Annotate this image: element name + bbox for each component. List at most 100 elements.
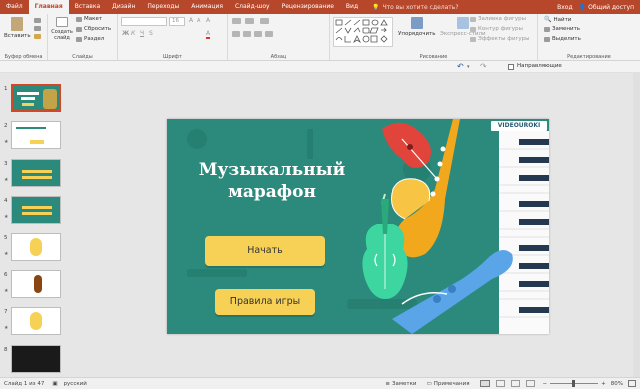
thumbnail-6[interactable] <box>11 270 61 298</box>
replace-button[interactable]: Заменить <box>544 26 580 32</box>
sorter-view-icon[interactable] <box>495 380 505 387</box>
font-size-select[interactable]: 16 <box>169 17 185 26</box>
notes-button[interactable]: ≡ Заметки <box>385 381 416 387</box>
thumbnail-1-title-2 <box>21 97 35 100</box>
new-slide-icon <box>56 17 68 27</box>
zoom-slider[interactable] <box>550 380 599 387</box>
start-button[interactable]: Начать <box>205 236 325 266</box>
grow-font-icon[interactable]: A <box>189 17 193 24</box>
thumb-number-2: 2 <box>4 123 8 129</box>
shape-effects-button[interactable]: Эффекты фигуры <box>470 36 530 42</box>
share-button[interactable]: 👤 Общий доступ <box>579 4 634 11</box>
new-slide-button[interactable]: Создать слайд <box>51 17 73 41</box>
zoom-in-button[interactable]: + <box>601 381 606 387</box>
vertical-scrollbar[interactable] <box>633 73 640 377</box>
undo-dropdown-icon[interactable]: ▾ <box>467 64 470 70</box>
thumbnail-1[interactable] <box>11 84 61 112</box>
thumbnail-2[interactable] <box>11 121 61 149</box>
cut-icon[interactable] <box>34 18 41 23</box>
underline-icon[interactable]: Ч <box>140 30 144 37</box>
thumbnail-3[interactable] <box>11 159 61 187</box>
tab-review[interactable]: Рецензирование <box>276 0 340 14</box>
slide-title[interactable]: Музыкальный марафон <box>167 159 377 203</box>
quick-styles-icon <box>456 17 469 29</box>
bold-icon[interactable]: Ж <box>122 30 129 37</box>
format-painter-icon[interactable] <box>34 34 41 39</box>
thumb-star-5: ★ <box>4 251 9 257</box>
shapes-gallery[interactable] <box>333 17 393 47</box>
shape-outline-button[interactable]: Контур фигуры <box>470 26 523 32</box>
thumb-number-5: 5 <box>4 235 8 241</box>
zoom-out-button[interactable]: − <box>543 381 548 387</box>
shape-fill-button[interactable]: Заливка фигуры <box>470 16 526 22</box>
select-button[interactable]: Выделить <box>544 36 581 42</box>
thumbnail-7[interactable] <box>11 307 61 335</box>
status-bar: Слайд 1 из 47 ▣ русский ≡ Заметки ▭ Прим… <box>0 377 640 389</box>
arrange-button[interactable]: Упорядочить <box>398 17 436 37</box>
slide-thumbnail-panel: 1 2 ★ 3 ★ 4 ★ 5 ★ 6 ★ 7 ★ 8 <box>0 73 72 377</box>
find-button[interactable]: 🔍 Найти <box>544 16 571 23</box>
layout-button[interactable]: Макет <box>76 16 102 22</box>
group-slides: Создать слайд Макет Сбросить Раздел Слай… <box>48 14 118 61</box>
font-color-icon[interactable]: A <box>206 30 211 39</box>
numbering-icon[interactable] <box>245 18 254 24</box>
italic-icon[interactable]: К <box>131 30 135 37</box>
thumbnail-1-art <box>43 89 57 109</box>
thumbnail-2-text <box>16 127 46 129</box>
clear-format-icon[interactable]: A <box>206 17 210 24</box>
replace-icon <box>544 26 550 32</box>
indent-icon[interactable] <box>260 18 269 24</box>
tab-home[interactable]: Главная <box>28 0 69 14</box>
reading-view-icon[interactable] <box>510 380 520 387</box>
language-label[interactable]: русский <box>64 381 87 387</box>
tell-me-search[interactable]: 💡 Что вы хотите сделать? <box>372 4 458 11</box>
justify-icon[interactable] <box>265 31 273 37</box>
thumbnail-5-mark <box>30 238 42 256</box>
tab-file[interactable]: Файл <box>0 0 29 14</box>
copy-icon[interactable] <box>34 26 41 31</box>
tab-transitions[interactable]: Переходы <box>141 0 185 14</box>
thumbnail-8[interactable] <box>11 345 61 373</box>
thumbnail-5[interactable] <box>11 233 61 261</box>
strikethrough-icon[interactable]: S <box>149 30 153 37</box>
thumb-star-3: ★ <box>4 177 9 183</box>
bullets-icon[interactable] <box>232 18 241 24</box>
font-name-select[interactable] <box>121 17 167 26</box>
comments-button[interactable]: ▭ Примечания <box>427 381 470 387</box>
slideshow-view-icon[interactable] <box>525 380 535 387</box>
rules-button[interactable]: Правила игры <box>215 289 315 315</box>
align-left-icon[interactable] <box>232 31 240 37</box>
zoom-slider-thumb[interactable] <box>572 380 576 387</box>
zoom-level[interactable]: 80% <box>611 381 623 387</box>
thumbnail-3-row-1 <box>22 170 52 173</box>
thumb-number-8: 8 <box>4 347 8 353</box>
find-label: Найти <box>553 16 572 23</box>
tab-view[interactable]: Вид <box>340 0 364 14</box>
align-right-icon[interactable] <box>254 31 262 37</box>
slide-1-canvas[interactable]: VIDEOUROKI Музыкальный марафон Начать Пр… <box>167 119 549 334</box>
guides-checkbox[interactable] <box>508 64 514 70</box>
tab-slideshow[interactable]: Слайд-шоу <box>229 0 276 14</box>
group-paragraph: Абзац <box>228 14 330 61</box>
tab-design[interactable]: Дизайн <box>106 0 141 14</box>
reset-label: Сбросить <box>84 26 112 32</box>
shrink-font-icon[interactable]: A <box>197 18 200 24</box>
thumbnail-4[interactable] <box>11 196 61 224</box>
tab-animations[interactable]: Анимация <box>185 0 229 14</box>
normal-view-icon[interactable] <box>479 380 490 387</box>
slide-title-line-1: Музыкальный <box>198 160 346 180</box>
reset-button[interactable]: Сбросить <box>76 26 111 32</box>
tab-insert[interactable]: Вставка <box>69 0 106 14</box>
notes-label: Заметки <box>391 380 417 387</box>
signin-link[interactable]: Вход <box>557 4 573 11</box>
paste-button[interactable]: Вставить <box>4 17 31 39</box>
align-center-icon[interactable] <box>243 31 251 37</box>
section-button[interactable]: Раздел <box>76 36 104 42</box>
arrange-icon <box>410 17 423 29</box>
redo-icon[interactable]: ↷ <box>480 62 487 71</box>
thumbnail-4-row-2 <box>22 212 52 215</box>
undo-icon[interactable]: ↶ <box>457 62 464 71</box>
fit-slide-icon[interactable] <box>628 380 636 387</box>
shapes-gallery-icons <box>335 19 388 44</box>
proofing-icon[interactable]: ▣ <box>52 381 57 387</box>
